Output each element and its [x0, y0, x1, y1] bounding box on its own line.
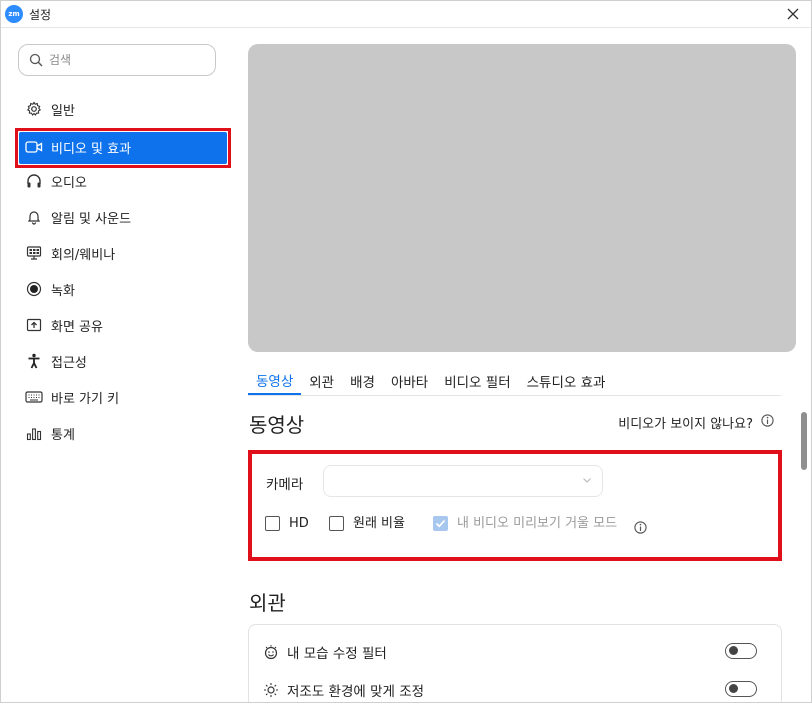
sidebar-item-keyboard-shortcuts[interactable]: 바로 가기 키 — [15, 379, 231, 415]
touch-up-row: 내 모습 수정 필터 — [263, 642, 387, 662]
settings-tabs: 동영상 외관 배경 아바타 비디오 필터 스튜디오 효과 — [248, 367, 613, 397]
mirror-video-checkbox-label: 내 비디오 미리보기 거울 모드 — [457, 516, 618, 531]
tab-video[interactable]: 동영상 — [248, 367, 302, 395]
sidebar-item-label: 접근성 — [51, 355, 87, 371]
smiley-icon — [263, 644, 279, 660]
headphones-icon — [25, 172, 43, 190]
hd-checkbox[interactable]: HD — [265, 516, 309, 532]
sidebar-item-label: 알림 및 사운드 — [51, 211, 132, 227]
sidebar-item-label: 화면 공유 — [51, 319, 103, 335]
sidebar-item-screen-share[interactable]: 화면 공유 — [15, 307, 231, 343]
low-light-label: 저조도 환경에 맞게 조정 — [287, 684, 425, 700]
sidebar-item-notifications[interactable]: 알림 및 사운드 — [15, 199, 231, 235]
meeting-icon — [25, 244, 43, 262]
original-ratio-checkbox-box[interactable] — [329, 516, 344, 531]
toggle-knob — [729, 646, 738, 655]
keyboard-icon — [25, 388, 43, 406]
sidebar-item-label: 녹화 — [51, 283, 75, 299]
zoom-logo-icon: zm — [5, 5, 23, 23]
video-help-link[interactable]: 비디오가 보이지 않나요? — [618, 413, 774, 432]
accessibility-icon — [25, 352, 43, 370]
sidebar-item-meetings-webinars[interactable]: 회의/웨비나 — [15, 235, 231, 271]
hd-checkbox-box[interactable] — [265, 516, 280, 531]
sidebar-item-statistics[interactable]: 통계 — [15, 415, 231, 451]
sidebar-item-label: 비디오 및 효과 — [51, 141, 132, 157]
close-button[interactable] — [783, 4, 803, 24]
appearance-section-title: 외관 — [249, 591, 286, 615]
sidebar-item-general[interactable]: 일반 — [15, 91, 231, 127]
sidebar-item-label: 오디오 — [51, 175, 87, 191]
record-icon — [25, 280, 43, 298]
checkmark-icon — [435, 519, 446, 528]
chevron-down-icon — [583, 478, 591, 483]
sidebar-nav: 일반 비디오 및 효과 오디오 알림 및 사운드 회의/웨비나 녹화 화면 공유… — [15, 91, 231, 451]
original-ratio-checkbox[interactable]: 원래 비율 — [329, 516, 405, 532]
content-pane: 동영상 외관 배경 아바타 비디오 필터 스튜디오 효과 동영상 비디오가 보이… — [248, 29, 811, 702]
scrollbar-thumb[interactable] — [801, 412, 807, 470]
mirror-video-checkbox[interactable]: 내 비디오 미리보기 거울 모드 — [433, 516, 627, 532]
hd-checkbox-label: HD — [289, 516, 309, 531]
close-icon — [787, 8, 799, 20]
video-section-title: 동영상 — [249, 413, 305, 437]
low-light-row: 저조도 환경에 맞게 조정 — [263, 680, 424, 700]
sidebar-item-label: 바로 가기 키 — [51, 391, 120, 407]
video-camera-icon — [25, 138, 43, 156]
sidebar: 일반 비디오 및 효과 오디오 알림 및 사운드 — [1, 29, 233, 702]
sidebar-item-label: 통계 — [51, 427, 75, 443]
title-bar: zm 설정 — [1, 1, 811, 28]
tabs-divider — [248, 395, 781, 396]
search-box[interactable] — [18, 44, 216, 76]
search-input[interactable] — [49, 53, 199, 67]
touch-up-toggle[interactable] — [725, 643, 757, 659]
settings-window: zm 설정 일반 비디오 및 효과 — [0, 0, 812, 703]
sidebar-item-accessibility[interactable]: 접근성 — [15, 343, 231, 379]
mirror-video-checkbox-box[interactable] — [433, 516, 448, 531]
low-light-toggle[interactable] — [725, 681, 757, 697]
tab-avatar[interactable]: 아바타 — [383, 367, 436, 395]
search-icon — [29, 53, 43, 67]
camera-label: 카메라 — [266, 477, 304, 493]
help-link-text: 비디오가 보이지 않나요? — [618, 417, 753, 432]
sidebar-item-recording[interactable]: 녹화 — [15, 271, 231, 307]
tab-appearance[interactable]: 외관 — [301, 367, 342, 395]
info-icon[interactable] — [761, 414, 774, 431]
toggle-knob — [729, 684, 738, 693]
bell-icon — [25, 208, 43, 226]
tab-studio-effects[interactable]: 스튜디오 효과 — [519, 367, 614, 395]
share-screen-icon — [25, 316, 43, 334]
video-preview — [248, 44, 796, 352]
window-title: 설정 — [29, 7, 52, 22]
gear-icon — [25, 100, 43, 118]
tab-background[interactable]: 배경 — [342, 367, 383, 395]
mirror-info-icon[interactable] — [634, 521, 647, 538]
sidebar-item-audio[interactable]: 오디오 — [15, 163, 231, 199]
touch-up-label: 내 모습 수정 필터 — [287, 646, 387, 662]
sidebar-item-video-effects[interactable]: 비디오 및 효과 — [15, 127, 231, 168]
camera-select[interactable] — [323, 465, 603, 497]
original-ratio-checkbox-label: 원래 비율 — [353, 516, 405, 531]
statistics-icon — [25, 424, 43, 442]
camera-settings-highlight: 카메라 HD 원래 비율 내 비디오 미리보기 거울 모드 — [248, 450, 782, 561]
sidebar-item-label: 일반 — [51, 103, 75, 119]
sidebar-item-label: 회의/웨비나 — [51, 247, 116, 263]
appearance-panel: 내 모습 수정 필터 저조도 환경에 맞게 조정 — [248, 624, 782, 702]
sun-icon — [263, 682, 279, 698]
tab-video-filters[interactable]: 비디오 필터 — [436, 367, 518, 395]
content-scrollbar[interactable] — [797, 409, 811, 702]
